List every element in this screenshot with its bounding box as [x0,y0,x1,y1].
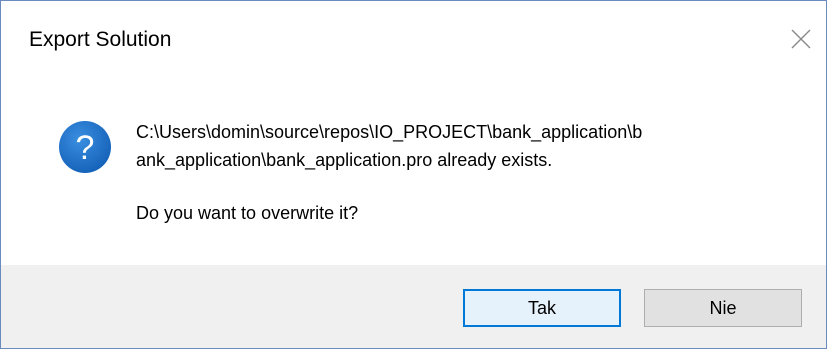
title-bar[interactable]: Export Solution [1,1,826,85]
close-icon [791,29,811,49]
question-text: Do you want to overwrite it? [136,203,359,223]
yes-button[interactable]: Tak [463,289,621,327]
message-text: C:\Users\domin\source\repos\IO_PROJECT\b… [136,118,796,174]
message-line-1: C:\Users\domin\source\repos\IO_PROJECT\b… [136,122,643,142]
no-button[interactable]: Nie [644,289,802,327]
svg-text:?: ? [76,129,95,167]
dialog-content: ? C:\Users\domin\source\repos\IO_PROJECT… [1,85,826,265]
message-line-2: ank_application\bank_application.pro alr… [136,150,553,170]
close-button[interactable] [781,19,821,59]
export-solution-dialog: Export Solution ? C:\Users\domin\source\… [0,0,827,349]
question-icon: ? [59,121,111,173]
dialog-title: Export Solution [29,28,172,51]
button-bar: Tak Nie [1,265,826,348]
